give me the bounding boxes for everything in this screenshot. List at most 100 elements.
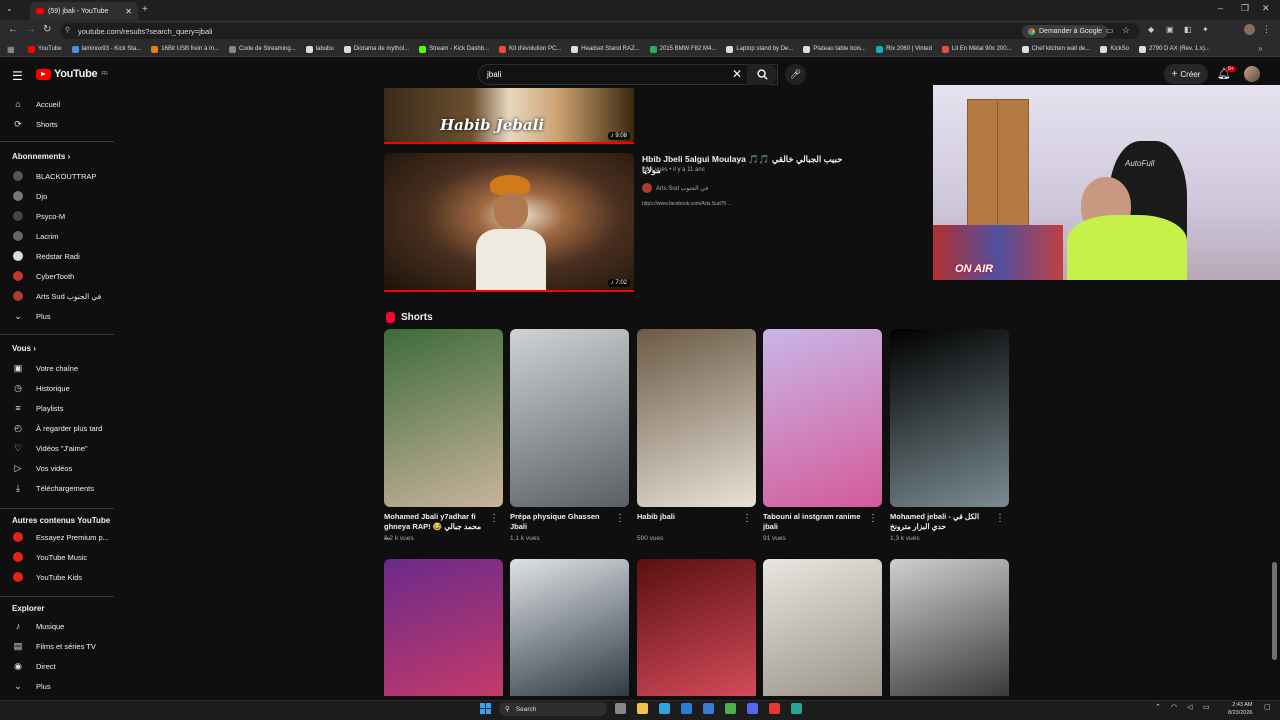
sidebar-item[interactable]: ◴ À regarder plus tard [0, 419, 118, 437]
minimize-icon[interactable]: – [1218, 3, 1223, 13]
forward-icon[interactable]: → [26, 24, 36, 35]
bookmark-item[interactable]: YouTube [28, 45, 62, 53]
bookmark-item[interactable]: 16Bit USB frein à m... [151, 45, 219, 53]
edge-icon[interactable] [659, 703, 670, 714]
sidebar-item[interactable]: YouTube Music [0, 548, 118, 566]
discord-icon[interactable] [747, 703, 758, 714]
sidebar-item[interactable]: BLACKOUTTRAP [0, 167, 118, 185]
bookmark-item[interactable]: Lit En Métal 90x 200... [941, 45, 1012, 53]
task-view-icon[interactable] [615, 703, 626, 714]
search-button[interactable] [747, 64, 777, 85]
short-title[interactable]: Mohamed jebali - الكل في حدي البزار مترو… [890, 512, 994, 532]
short-thumbnail[interactable] [384, 329, 503, 507]
bookmark-item[interactable]: Stream - Kick Dashb... [419, 45, 489, 53]
sidebar-item[interactable]: ⤓ Téléchargements [0, 479, 118, 497]
sidebar-item[interactable]: ⌄ Plus [0, 677, 118, 695]
short-thumbnail[interactable] [637, 329, 756, 507]
sidebar-item[interactable]: ⌄ Plus [0, 307, 118, 325]
bookmark-item[interactable]: 2790 D AX (Rev. 1.x)... [1139, 45, 1210, 53]
hamburger-menu-icon[interactable]: ☰ [12, 69, 23, 83]
maximize-icon[interactable]: ❐ [1241, 3, 1249, 14]
short-card[interactable]: Mohamed Jbali y7adhar fi ghneya RAP! 😂 م… [384, 329, 503, 549]
windows-start-icon[interactable] [480, 703, 491, 714]
file-explorer-icon[interactable] [637, 703, 648, 714]
bookmark-item[interactable]: Rtx 2060 | Vinted [876, 45, 932, 53]
extension-icon[interactable]: ◆ [1148, 25, 1154, 34]
short-thumbnail[interactable] [890, 329, 1009, 507]
tab-list-icon[interactable]: ⌄ [6, 4, 13, 13]
extensions-puzzle-icon[interactable]: ✦ [1202, 25, 1209, 34]
short-thumbnail[interactable] [384, 559, 503, 696]
bookmark-item[interactable]: laminox93 - Kick Sta... [71, 45, 141, 53]
sidebar-item[interactable]: ▷ Vos vidéos [0, 459, 118, 477]
voice-search-button[interactable]: 🎤︎ [785, 64, 806, 85]
bookmark-item[interactable]: 2015 BMW F82 M4... [649, 45, 716, 53]
sidebar-item[interactable]: Lacrim [0, 227, 118, 245]
all-bookmarks-icon[interactable]: » [1258, 44, 1262, 53]
short-card[interactable]: Habib jbali 500 vues ⋮ [637, 329, 756, 549]
volume-icon[interactable]: ◁ [1187, 703, 1192, 711]
wifi-icon[interactable]: ◠ [1171, 703, 1177, 711]
extension-2-icon[interactable]: ▣ [1166, 25, 1174, 34]
you-heading[interactable]: Vous › [12, 344, 36, 353]
sidebar-item[interactable]: YouTube Kids [0, 568, 118, 586]
chrome-icon[interactable] [725, 703, 736, 714]
site-info-icon[interactable]: ⚲ [65, 26, 70, 34]
create-button[interactable]: + Créer [1164, 64, 1208, 84]
youtube-logo[interactable]: YouTube FR [36, 68, 108, 80]
bookmark-item[interactable]: Code de Streaming... [228, 45, 296, 53]
video-channel[interactable]: Arts Sud في الجنوب [642, 183, 708, 193]
close-tab-icon[interactable]: ✕ [125, 7, 132, 16]
short-thumbnail[interactable] [763, 329, 882, 507]
more-options-icon[interactable]: ⋮ [868, 513, 878, 524]
apps-grid-icon[interactable]: ▦ [7, 45, 15, 54]
taskbar-clock[interactable]: 2:43 AM 8/23/2026 [1228, 701, 1252, 717]
account-avatar[interactable] [1244, 66, 1260, 82]
more-options-icon[interactable]: ⋮ [489, 513, 499, 524]
more-options-icon[interactable]: ⋮ [742, 513, 752, 524]
clear-search-icon[interactable]: ✕ [732, 67, 742, 81]
short-thumbnail[interactable] [890, 559, 1009, 696]
extension-3-icon[interactable]: ◧ [1184, 25, 1192, 34]
bookmark-item[interactable]: Laptop stand by De... [726, 45, 793, 53]
subscriptions-heading[interactable]: Abonnements › [12, 152, 70, 161]
browser-tab[interactable]: (59) jbali - YouTube ✕ [30, 2, 138, 20]
taskbar-search[interactable]: ⚲ Search [499, 702, 607, 716]
browser-menu-icon[interactable]: ⋮ [1262, 24, 1271, 35]
sidebar-item[interactable]: ▣ Votre chaîne [0, 359, 118, 377]
sidebar-item[interactable]: CyberTooth [0, 267, 118, 285]
battery-icon[interactable]: ▭ [1203, 703, 1210, 711]
bookmark-star-icon[interactable]: ☆ [1122, 25, 1130, 36]
sidebar-item[interactable]: ▤ Films et séries TV [0, 637, 118, 655]
short-title[interactable]: Tabouni al instgram ranime jbali [763, 512, 867, 532]
reload-icon[interactable]: ↻ [43, 24, 51, 35]
sidebar-item[interactable]: Djo [0, 187, 118, 205]
bookmark-item[interactable]: KickSo [1100, 45, 1129, 53]
bookmark-item[interactable]: Diorama de mythol... [343, 45, 409, 53]
short-thumbnail[interactable] [510, 329, 629, 507]
new-tab-button[interactable]: + [142, 4, 148, 15]
sidebar-item[interactable]: ≡ Playlists [0, 399, 118, 417]
notification-center-icon[interactable]: ▢ [1264, 703, 1271, 711]
bookmark-item[interactable]: Chef kitchen wall de... [1021, 45, 1090, 53]
store-icon[interactable] [681, 703, 692, 714]
sidebar-item[interactable]: ⟳ Shorts [0, 115, 118, 133]
app-icon[interactable] [769, 703, 780, 714]
back-icon[interactable]: ← [8, 24, 18, 35]
short-card[interactable]: Mohamed jebali - الكل في حدي البزار مترو… [890, 329, 1009, 549]
ask-google-button[interactable]: Demander à Google [1022, 25, 1109, 38]
sidebar-item[interactable]: ♪ Musique [0, 617, 118, 635]
short-title[interactable]: Habib jbali [637, 512, 741, 522]
bookmark-item[interactable]: Headset Stand RAZ... [571, 45, 640, 53]
address-bar[interactable]: youtube.com/results?search_query=jbali [60, 23, 1140, 39]
more-options-icon[interactable]: ⋮ [615, 513, 625, 524]
close-window-icon[interactable]: ✕ [1262, 3, 1270, 14]
video-thumbnail[interactable]: ♪ 7:02 [384, 153, 634, 292]
sidebar-item[interactable]: ⌂ Accueil [0, 95, 118, 113]
bookmark-item[interactable]: labubu [305, 45, 334, 53]
mail-icon[interactable] [703, 703, 714, 714]
sidebar-item[interactable]: Redstar Radi [0, 247, 118, 265]
profile-avatar[interactable] [1244, 24, 1255, 35]
sidebar-item[interactable]: ♡ Vidéos "J'aime" [0, 439, 118, 457]
short-thumbnail[interactable] [763, 559, 882, 696]
